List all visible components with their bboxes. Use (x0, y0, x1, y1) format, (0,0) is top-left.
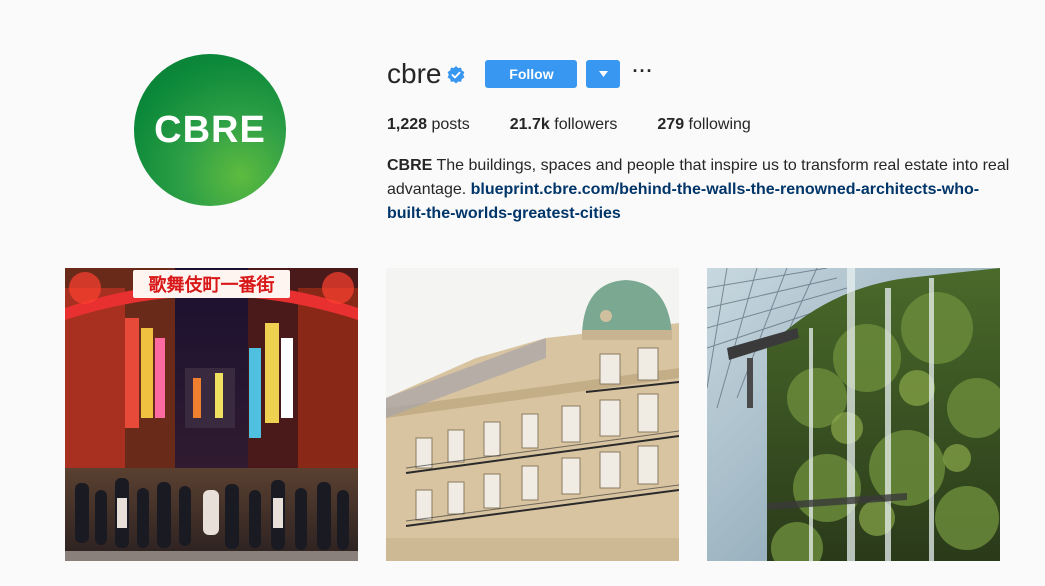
profile-header: cbre Follow ··· (387, 56, 653, 92)
followers-stat[interactable]: 21.7k followers (510, 116, 618, 134)
verified-badge-icon (448, 66, 465, 84)
post-image-paris-building (386, 268, 679, 561)
post-thumbnail-1[interactable]: 歌舞伎町一番街 (65, 268, 358, 561)
following-label: following (688, 116, 751, 133)
post-image-vertical-garden (707, 268, 1000, 561)
profile-avatar[interactable]: CBRE (134, 54, 286, 206)
follow-button[interactable]: Follow (485, 60, 578, 88)
street-sign-text: 歌舞伎町一番街 (149, 274, 275, 296)
bio-link-line2: built-the-worlds-greatest-cities (387, 205, 621, 222)
avatar-logo-text: CBRE (154, 108, 266, 151)
profile-stats: 1,228 posts 21.7k followers 279 followin… (387, 116, 791, 134)
posts-label: posts (431, 116, 470, 133)
post-image-tokyo-street: 歌舞伎町一番街 (65, 268, 358, 561)
followers-count: 21.7k (509, 116, 550, 133)
post-thumbnail-3[interactable] (707, 268, 1000, 561)
posts-count: 1,228 (387, 116, 428, 133)
bio-link-line1: blueprint.cbre.com/behind-the-walls-the-… (470, 181, 980, 198)
post-thumbnail-2[interactable] (386, 268, 679, 561)
more-options-button[interactable]: ··· (632, 62, 653, 86)
caret-down-icon (598, 71, 608, 77)
following-stat[interactable]: 279 following (657, 116, 750, 134)
username: cbre (387, 58, 442, 89)
followers-label: followers (554, 116, 618, 133)
profile-bio: CBRE The buildings, spaces and people th… (387, 154, 1017, 226)
bio-link[interactable]: blueprint.cbre.com/behind-the-walls-the-… (387, 181, 979, 222)
bio-name: CBRE (387, 157, 433, 174)
suggestions-dropdown-button[interactable] (586, 60, 621, 88)
following-count: 279 (657, 116, 685, 133)
posts-stat: 1,228 posts (387, 116, 470, 134)
